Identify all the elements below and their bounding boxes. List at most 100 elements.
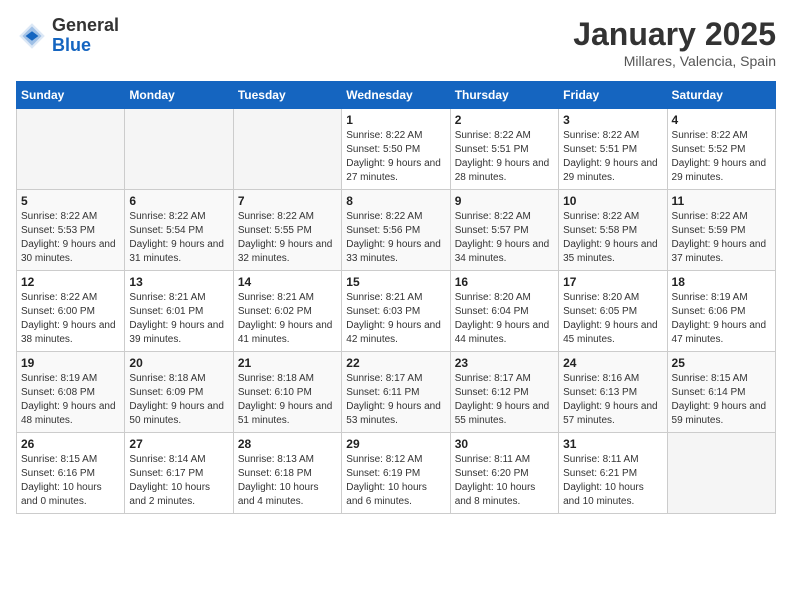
cell-date-number: 2 <box>455 113 554 127</box>
month-title: January 2025 <box>573 16 776 53</box>
calendar-cell: 29 Sunrise: 8:12 AM Sunset: 6:19 PM Dayli… <box>342 433 450 514</box>
cell-date-number: 1 <box>346 113 445 127</box>
calendar-cell <box>233 109 341 190</box>
cell-date-number: 22 <box>346 356 445 370</box>
cell-date-number: 29 <box>346 437 445 451</box>
cell-info: Sunrise: 8:22 AM Sunset: 5:53 PM Dayligh… <box>21 210 120 266</box>
calendar-cell: 26 Sunrise: 8:15 AM Sunset: 6:16 PM Dayli… <box>17 433 125 514</box>
cell-date-number: 23 <box>455 356 554 370</box>
calendar-cell: 12 Sunrise: 8:22 AM Sunset: 6:00 PM Dayli… <box>17 271 125 352</box>
cell-info: Sunrise: 8:22 AM Sunset: 6:00 PM Dayligh… <box>21 291 120 347</box>
title-block: January 2025 Millares, Valencia, Spain <box>573 16 776 69</box>
cell-date-number: 12 <box>21 275 120 289</box>
calendar-cell: 8 Sunrise: 8:22 AM Sunset: 5:56 PM Daylig… <box>342 190 450 271</box>
cell-date-number: 27 <box>129 437 228 451</box>
calendar-cell: 15Sunrise: 8:21 AM Sunset: 6:03 PM Dayli… <box>342 271 450 352</box>
calendar-cell <box>667 433 775 514</box>
calendar-cell: 22Sunrise: 8:17 AM Sunset: 6:11 PM Dayli… <box>342 352 450 433</box>
cell-info: Sunrise: 8:22 AM Sunset: 5:57 PM Dayligh… <box>455 210 554 266</box>
calendar-cell: 4 Sunrise: 8:22 AM Sunset: 5:52 PM Daylig… <box>667 109 775 190</box>
cell-date-number: 16 <box>455 275 554 289</box>
calendar-cell: 28 Sunrise: 8:13 AM Sunset: 6:18 PM Dayli… <box>233 433 341 514</box>
cell-info: Sunrise: 8:20 AM Sunset: 6:05 PM Dayligh… <box>563 291 662 347</box>
cell-info: Sunrise: 8:18 AM Sunset: 6:10 PM Dayligh… <box>238 372 337 428</box>
cell-info: Sunrise: 8:12 AM Sunset: 6:19 PM Dayligh… <box>346 453 445 509</box>
cell-info: Sunrise: 8:22 AM Sunset: 5:51 PM Dayligh… <box>563 129 662 185</box>
cell-info: Sunrise: 8:22 AM Sunset: 5:55 PM Dayligh… <box>238 210 337 266</box>
cell-info: Sunrise: 8:11 AM Sunset: 6:20 PM Dayligh… <box>455 453 554 509</box>
cell-date-number: 26 <box>21 437 120 451</box>
day-header-thursday: Thursday <box>450 82 558 109</box>
calendar-header: SundayMondayTuesdayWednesdayThursdayFrid… <box>17 82 776 109</box>
cell-date-number: 4 <box>672 113 771 127</box>
cell-date-number: 25 <box>672 356 771 370</box>
logo: General Blue <box>16 16 119 56</box>
calendar-cell: 19 Sunrise: 8:19 AM Sunset: 6:08 PM Dayli… <box>17 352 125 433</box>
cell-date-number: 28 <box>238 437 337 451</box>
calendar-cell: 14Sunrise: 8:21 AM Sunset: 6:02 PM Dayli… <box>233 271 341 352</box>
calendar-cell: 27Sunrise: 8:14 AM Sunset: 6:17 PM Dayli… <box>125 433 233 514</box>
cell-info: Sunrise: 8:15 AM Sunset: 6:14 PM Dayligh… <box>672 372 771 428</box>
day-header-friday: Friday <box>559 82 667 109</box>
calendar-cell: 13 Sunrise: 8:21 AM Sunset: 6:01 PM Dayli… <box>125 271 233 352</box>
cell-date-number: 7 <box>238 194 337 208</box>
week-row-2: 5Sunrise: 8:22 AM Sunset: 5:53 PM Daylig… <box>17 190 776 271</box>
calendar-cell: 17 Sunrise: 8:20 AM Sunset: 6:05 PM Dayli… <box>559 271 667 352</box>
day-header-wednesday: Wednesday <box>342 82 450 109</box>
calendar-cell: 6 Sunrise: 8:22 AM Sunset: 5:54 PM Daylig… <box>125 190 233 271</box>
logo-blue-text: Blue <box>52 36 119 56</box>
cell-info: Sunrise: 8:19 AM Sunset: 6:06 PM Dayligh… <box>672 291 771 347</box>
cell-date-number: 13 <box>129 275 228 289</box>
day-header-tuesday: Tuesday <box>233 82 341 109</box>
cell-date-number: 14 <box>238 275 337 289</box>
calendar-cell: 30 Sunrise: 8:11 AM Sunset: 6:20 PM Dayli… <box>450 433 558 514</box>
cell-date-number: 30 <box>455 437 554 451</box>
day-header-sunday: Sunday <box>17 82 125 109</box>
location: Millares, Valencia, Spain <box>573 53 776 69</box>
calendar-cell: 21 Sunrise: 8:18 AM Sunset: 6:10 PM Dayli… <box>233 352 341 433</box>
cell-info: Sunrise: 8:22 AM Sunset: 5:56 PM Dayligh… <box>346 210 445 266</box>
logo-text: General Blue <box>52 16 119 56</box>
cell-date-number: 11 <box>672 194 771 208</box>
day-header-monday: Monday <box>125 82 233 109</box>
week-row-5: 26 Sunrise: 8:15 AM Sunset: 6:16 PM Dayli… <box>17 433 776 514</box>
cell-date-number: 18 <box>672 275 771 289</box>
cell-date-number: 21 <box>238 356 337 370</box>
cell-info: Sunrise: 8:22 AM Sunset: 5:58 PM Dayligh… <box>563 210 662 266</box>
calendar-table: SundayMondayTuesdayWednesdayThursdayFrid… <box>16 81 776 514</box>
calendar-cell: 1 Sunrise: 8:22 AM Sunset: 5:50 PM Daylig… <box>342 109 450 190</box>
calendar-cell: 25 Sunrise: 8:15 AM Sunset: 6:14 PM Dayli… <box>667 352 775 433</box>
day-header-saturday: Saturday <box>667 82 775 109</box>
cell-info: Sunrise: 8:21 AM Sunset: 6:01 PM Dayligh… <box>129 291 228 347</box>
calendar-body: 1 Sunrise: 8:22 AM Sunset: 5:50 PM Daylig… <box>17 109 776 514</box>
page-header: General Blue January 2025 Millares, Vale… <box>16 16 776 69</box>
cell-date-number: 17 <box>563 275 662 289</box>
week-row-3: 12 Sunrise: 8:22 AM Sunset: 6:00 PM Dayli… <box>17 271 776 352</box>
cell-info: Sunrise: 8:15 AM Sunset: 6:16 PM Dayligh… <box>21 453 120 509</box>
cell-date-number: 3 <box>563 113 662 127</box>
cell-date-number: 6 <box>129 194 228 208</box>
logo-general-text: General <box>52 16 119 36</box>
cell-info: Sunrise: 8:21 AM Sunset: 6:03 PM Dayligh… <box>346 291 445 347</box>
cell-info: Sunrise: 8:22 AM Sunset: 5:54 PM Dayligh… <box>129 210 228 266</box>
calendar-cell: 3 Sunrise: 8:22 AM Sunset: 5:51 PM Daylig… <box>559 109 667 190</box>
cell-date-number: 19 <box>21 356 120 370</box>
cell-date-number: 10 <box>563 194 662 208</box>
calendar-cell: 23Sunrise: 8:17 AM Sunset: 6:12 PM Dayli… <box>450 352 558 433</box>
calendar-cell: 18 Sunrise: 8:19 AM Sunset: 6:06 PM Dayli… <box>667 271 775 352</box>
cell-info: Sunrise: 8:22 AM Sunset: 5:59 PM Dayligh… <box>672 210 771 266</box>
cell-date-number: 8 <box>346 194 445 208</box>
cell-info: Sunrise: 8:20 AM Sunset: 6:04 PM Dayligh… <box>455 291 554 347</box>
calendar-cell: 10 Sunrise: 8:22 AM Sunset: 5:58 PM Dayli… <box>559 190 667 271</box>
calendar-cell: 7 Sunrise: 8:22 AM Sunset: 5:55 PM Daylig… <box>233 190 341 271</box>
cell-date-number: 9 <box>455 194 554 208</box>
calendar-cell <box>125 109 233 190</box>
cell-info: Sunrise: 8:13 AM Sunset: 6:18 PM Dayligh… <box>238 453 337 509</box>
cell-info: Sunrise: 8:22 AM Sunset: 5:50 PM Dayligh… <box>346 129 445 185</box>
cell-info: Sunrise: 8:11 AM Sunset: 6:21 PM Dayligh… <box>563 453 662 509</box>
cell-info: Sunrise: 8:22 AM Sunset: 5:52 PM Dayligh… <box>672 129 771 185</box>
days-row: SundayMondayTuesdayWednesdayThursdayFrid… <box>17 82 776 109</box>
cell-info: Sunrise: 8:19 AM Sunset: 6:08 PM Dayligh… <box>21 372 120 428</box>
week-row-4: 19 Sunrise: 8:19 AM Sunset: 6:08 PM Dayli… <box>17 352 776 433</box>
cell-date-number: 20 <box>129 356 228 370</box>
